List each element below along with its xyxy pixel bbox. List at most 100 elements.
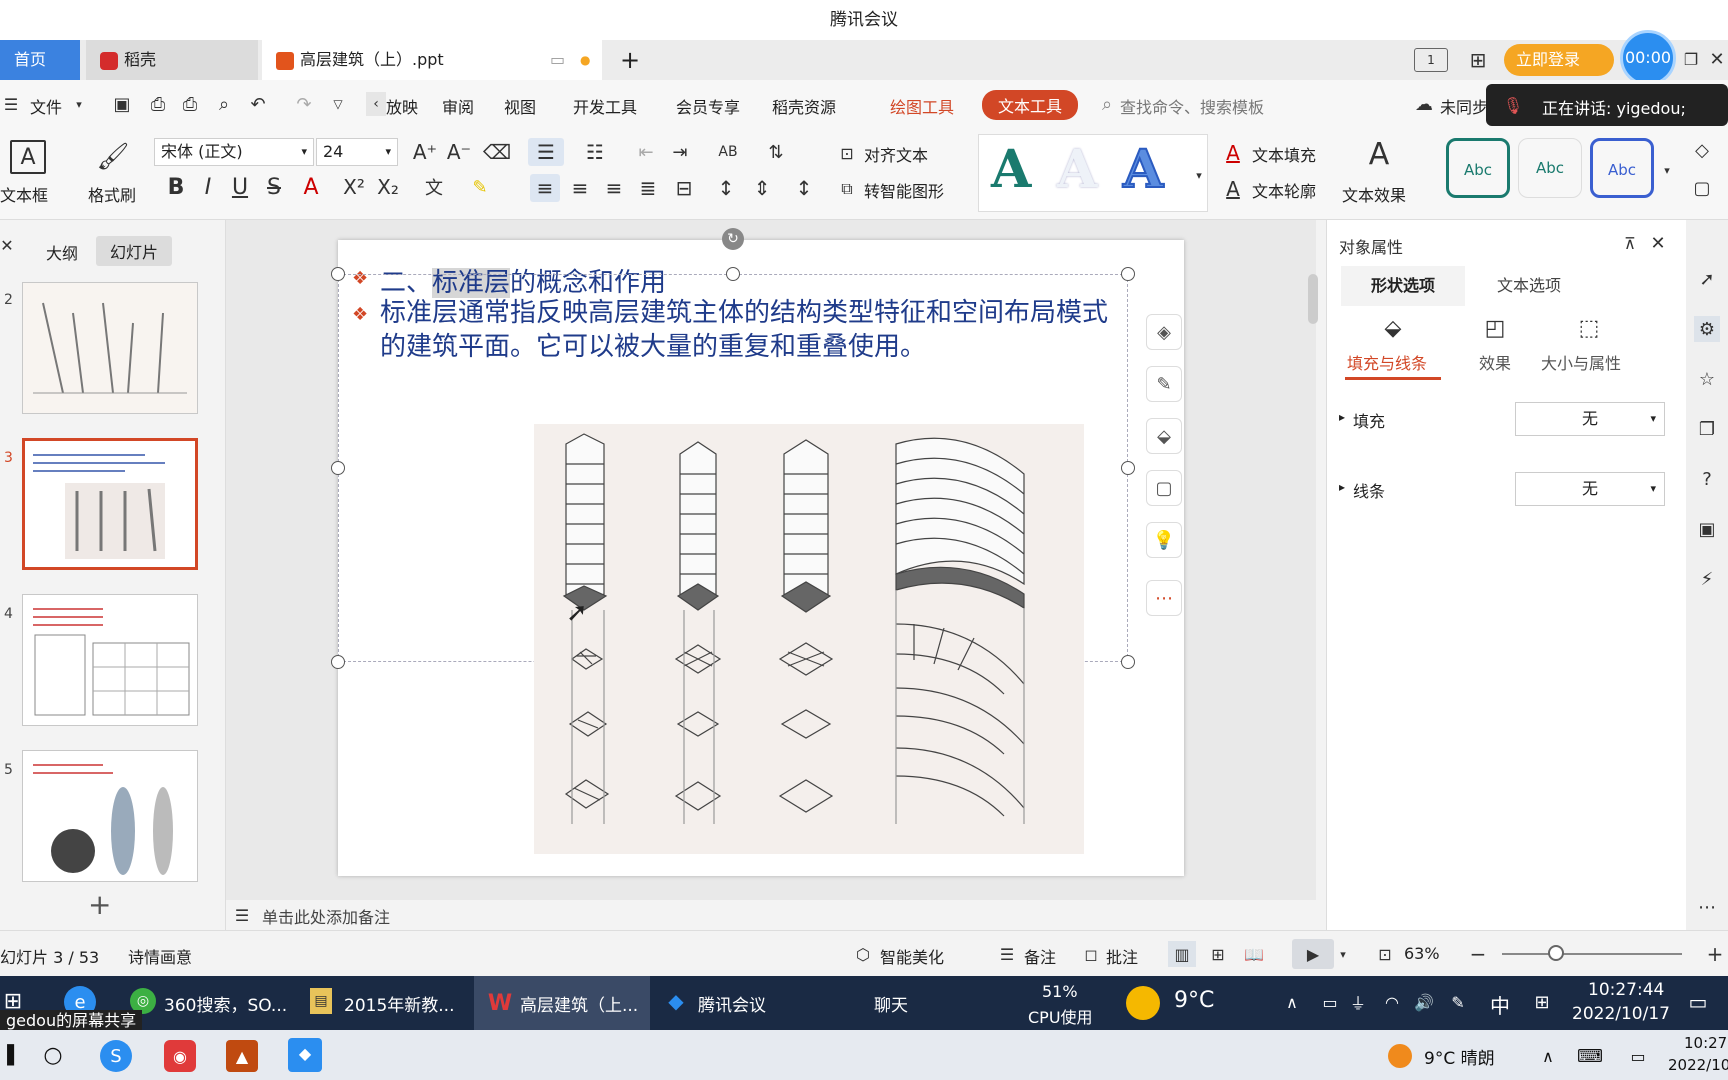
notes-bar[interactable]: ☰ 单击此处添加备注 bbox=[226, 900, 1326, 930]
grid-icon[interactable]: ⊞ bbox=[1464, 46, 1492, 74]
print-preview-icon[interactable]: ⌕ bbox=[212, 92, 236, 116]
new-tab-button[interactable]: + bbox=[612, 40, 652, 80]
distribute-icon[interactable]: ⊟ bbox=[670, 174, 698, 202]
comment-button[interactable]: 批注 bbox=[1106, 944, 1138, 968]
restore-icon[interactable]: ❐ bbox=[1680, 48, 1702, 70]
slide-thumbnail-5[interactable] bbox=[22, 750, 198, 882]
zoom-slider[interactable] bbox=[1502, 953, 1682, 955]
font-grow-icon[interactable]: A⁺ bbox=[412, 138, 438, 166]
text-direction-icon[interactable]: AB bbox=[712, 138, 744, 166]
resize-handle[interactable] bbox=[1121, 461, 1135, 475]
app-icon[interactable]: ▲ bbox=[226, 1040, 258, 1072]
search-circle-icon[interactable]: ○ bbox=[40, 1042, 66, 1068]
taskbar-active-item[interactable]: W 高层建筑（上... bbox=[474, 976, 650, 1030]
menu-daoke-resources[interactable]: 稻壳资源 bbox=[772, 94, 836, 118]
paintbrush-icon[interactable]: ✎ bbox=[1146, 366, 1182, 402]
increase-indent-icon[interactable]: ⇥ bbox=[666, 138, 694, 166]
chevron-down-icon[interactable]: ▾ bbox=[72, 96, 86, 112]
resize-handle[interactable] bbox=[331, 461, 345, 475]
notes-placeholder[interactable]: 单击此处添加备注 bbox=[262, 904, 390, 928]
save-icon[interactable]: ▣ bbox=[110, 92, 134, 116]
usb-icon[interactable]: ⏚ bbox=[1348, 990, 1368, 1014]
slide[interactable]: ❖ 二、标准层的概念和作用 ❖ 标准层通常指反映高层建筑主体的结构类型特征和空间… bbox=[331, 228, 1514, 876]
login-button[interactable]: 立即登录 bbox=[1504, 44, 1614, 76]
decrease-indent-icon[interactable]: ⇤ bbox=[632, 138, 660, 166]
align-center-icon[interactable]: ≡ bbox=[566, 174, 594, 202]
sorter-view-icon[interactable]: ⊞ bbox=[1204, 941, 1232, 967]
more-icon[interactable]: ⋯ bbox=[1694, 896, 1720, 918]
zoom-level[interactable]: 63% bbox=[1404, 944, 1440, 963]
lightning-icon[interactable]: ⚡ bbox=[1694, 566, 1720, 592]
menu-member[interactable]: 会员专享 bbox=[676, 94, 740, 118]
tray-chevron-up-icon[interactable]: ∧ bbox=[1538, 1044, 1558, 1068]
italic-icon[interactable]: I bbox=[196, 172, 220, 202]
theme-name[interactable]: 诗情画意 bbox=[128, 944, 192, 968]
resize-handle[interactable] bbox=[1121, 655, 1135, 669]
tencent-meeting-taskbar-icon[interactable]: ◆ bbox=[288, 1038, 322, 1072]
rocket-icon[interactable]: ➚ bbox=[1694, 266, 1720, 292]
display-icon[interactable]: ▭ bbox=[1626, 1044, 1650, 1068]
search-input[interactable]: 查找命令、搜索模板 bbox=[1120, 94, 1264, 118]
beautify-button[interactable]: 智能美化 bbox=[880, 944, 944, 968]
properties-icon[interactable]: ⚙ bbox=[1694, 316, 1720, 342]
notification-icon[interactable]: ▭ bbox=[1684, 988, 1712, 1016]
canvas-scrollbar[interactable] bbox=[1308, 224, 1320, 904]
hamburger-icon[interactable]: ☰ bbox=[2, 94, 20, 114]
menu-developer[interactable]: 开发工具 bbox=[573, 94, 637, 118]
meeting-timer[interactable]: 00:00 bbox=[1620, 30, 1676, 86]
help-icon[interactable]: ? bbox=[1694, 466, 1720, 492]
taskbar-item-360[interactable]: 360搜索，SO... bbox=[164, 991, 287, 1016]
zoom-slider-thumb[interactable] bbox=[1548, 945, 1564, 961]
ime-grid-icon[interactable]: ⊞ bbox=[1530, 990, 1554, 1014]
subscript-icon[interactable]: X₂ bbox=[374, 172, 402, 202]
expand-line-icon[interactable]: ▸ bbox=[1339, 480, 1345, 494]
taskbar-item-meeting[interactable]: 腾讯会议 bbox=[698, 991, 766, 1016]
numbering-icon[interactable]: ☷ bbox=[578, 138, 612, 166]
battery-icon[interactable]: ▭ bbox=[1318, 990, 1342, 1014]
zoom-in-icon[interactable]: + bbox=[1704, 941, 1726, 967]
subtab-size[interactable]: ⬚ 大小与属性 bbox=[1539, 312, 1639, 380]
zoom-out-icon[interactable]: − bbox=[1468, 941, 1488, 967]
slide-thumbnail-4[interactable] bbox=[22, 594, 198, 726]
font-family-select[interactable]: 宋体 (正文) ▾ bbox=[154, 138, 314, 166]
shape-fill-icon[interactable]: ◇ bbox=[1690, 136, 1714, 164]
star-icon[interactable]: ☆ bbox=[1694, 366, 1720, 392]
add-slide-button[interactable]: + bbox=[88, 888, 111, 921]
pen-icon[interactable]: ✎ bbox=[1446, 990, 1470, 1014]
shape-style-3[interactable]: Abc bbox=[1590, 138, 1654, 198]
text-style-light[interactable]: A bbox=[1057, 139, 1097, 200]
fill-bucket-icon[interactable]: ⬙ bbox=[1146, 418, 1182, 454]
align-right-icon[interactable]: ≡ bbox=[600, 174, 628, 202]
tab-text-options[interactable]: 文本选项 bbox=[1467, 266, 1591, 306]
fill-select[interactable]: 无 ▾ bbox=[1515, 402, 1665, 436]
scroll-left-icon[interactable]: ‹ bbox=[366, 92, 386, 116]
tab-shape-options[interactable]: 形状选项 bbox=[1341, 266, 1465, 306]
underline-icon[interactable]: U bbox=[228, 172, 252, 202]
menu-slideshow[interactable]: 放映 bbox=[386, 94, 418, 118]
font-shrink-icon[interactable]: A⁻ bbox=[446, 138, 472, 166]
sogou-icon[interactable]: S bbox=[100, 1040, 132, 1072]
play-slideshow-icon[interactable]: ▶ bbox=[1292, 939, 1334, 969]
redo-icon[interactable]: ↷ bbox=[292, 92, 316, 116]
resize-handle[interactable] bbox=[331, 655, 345, 669]
tray-chevron-up-icon[interactable]: ∧ bbox=[1282, 990, 1302, 1014]
gallery-more-icon[interactable]: ▾ bbox=[1193, 165, 1205, 185]
copy-icon[interactable]: ❐ bbox=[1694, 416, 1720, 442]
taskbar-time[interactable]: 10:27:44 bbox=[1588, 980, 1664, 1000]
tab-daoke[interactable]: 稻壳 bbox=[86, 40, 258, 80]
rotate-handle-icon[interactable]: ↻ bbox=[722, 228, 744, 250]
menu-drawing-tools[interactable]: 绘图工具 bbox=[890, 94, 954, 118]
align-left-icon[interactable]: ≡ bbox=[530, 174, 560, 202]
font-color-icon[interactable]: A bbox=[296, 172, 326, 202]
resize-handle[interactable] bbox=[331, 267, 345, 281]
scrollbar-thumb[interactable] bbox=[1308, 274, 1318, 324]
tab-outline[interactable]: 大纲 bbox=[46, 240, 78, 264]
text-effect-button[interactable]: A 文本效果 bbox=[1340, 136, 1426, 212]
shape-style-2[interactable]: Abc bbox=[1518, 138, 1582, 198]
notes-button[interactable]: 备注 bbox=[1024, 944, 1056, 968]
panel-close-icon[interactable]: ✕ bbox=[1647, 232, 1669, 254]
export-pdf-icon[interactable]: ⎙ bbox=[146, 92, 170, 116]
image-icon[interactable]: ▣ bbox=[1694, 516, 1720, 542]
tab-document[interactable]: 高层建筑（上）.ppt ▭ ● bbox=[262, 40, 602, 80]
line-spacing-icon[interactable]: ↕ bbox=[712, 174, 740, 202]
